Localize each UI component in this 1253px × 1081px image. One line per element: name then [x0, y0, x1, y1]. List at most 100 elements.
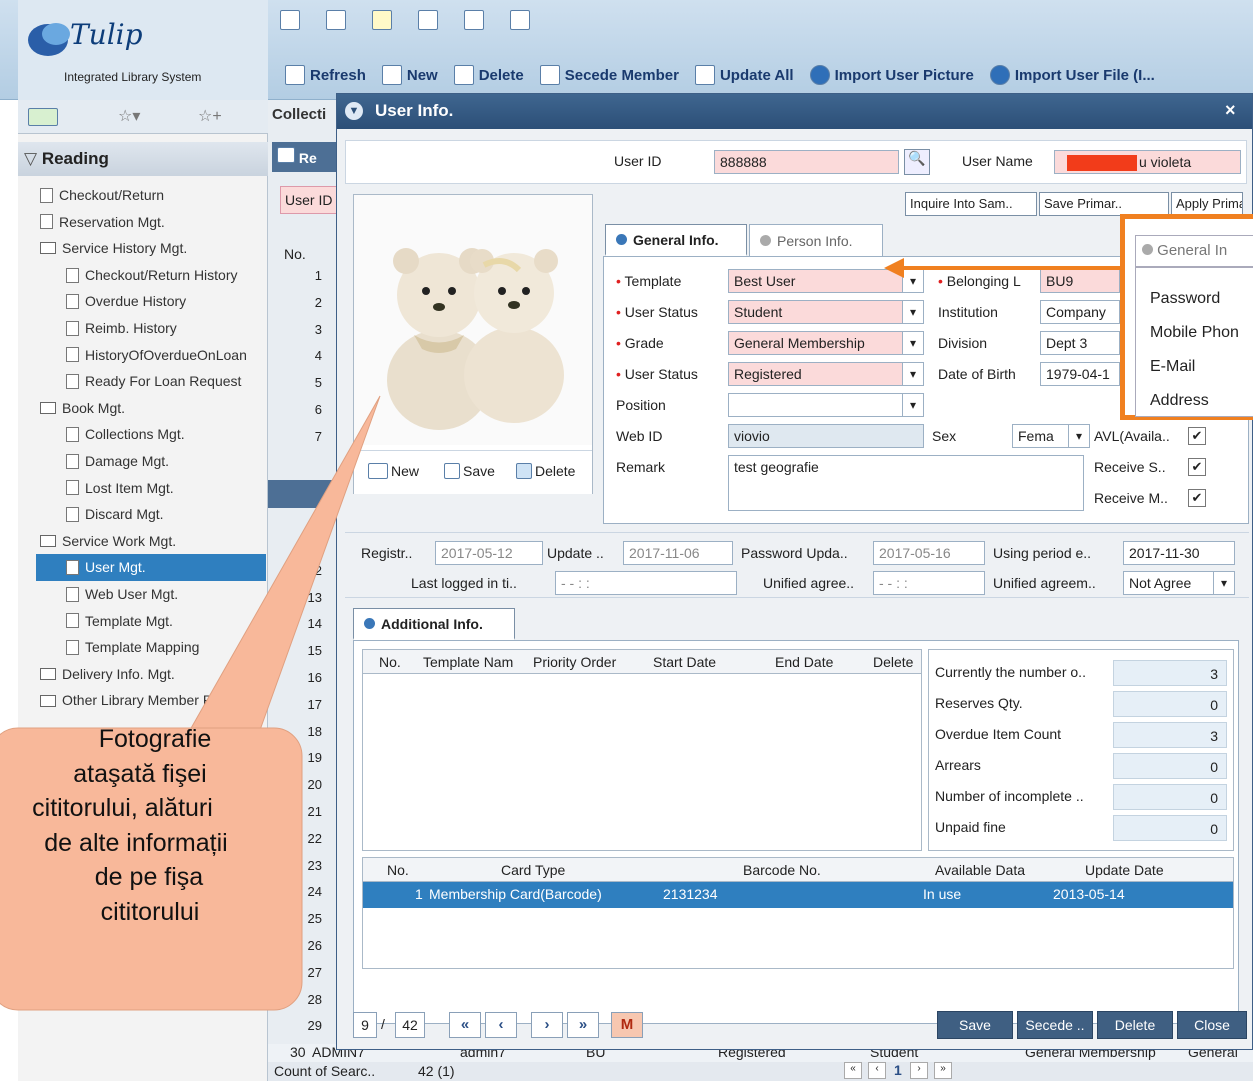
- sidebar-item[interactable]: User Mgt.: [36, 554, 266, 581]
- sidebar-item[interactable]: Other Library Member Policy: [40, 687, 266, 714]
- save-icon: [444, 463, 460, 479]
- star-tab-icon[interactable]: ☆▾: [118, 106, 140, 126]
- sex-select[interactable]: Fema: [1012, 424, 1072, 448]
- pager-current[interactable]: 9: [353, 1012, 377, 1038]
- prev-record-button[interactable]: ‹: [485, 1012, 517, 1038]
- unified-agreement-select[interactable]: Not Agree: [1123, 571, 1215, 595]
- tab-collections[interactable]: Collecti: [272, 106, 326, 123]
- tab-additional-info[interactable]: Additional Info.: [353, 608, 515, 640]
- next-page-button[interactable]: ›: [910, 1062, 928, 1079]
- institution-field[interactable]: Company: [1040, 300, 1120, 324]
- sidebar-item[interactable]: Checkout/Return: [40, 182, 266, 209]
- tab-general-info[interactable]: General Info.: [605, 224, 747, 256]
- unified-agree-date-field[interactable]: - - : :: [873, 571, 985, 595]
- folder-tab-icon[interactable]: [28, 108, 58, 126]
- prev-page-button[interactable]: ‹: [868, 1062, 886, 1079]
- photo-save-button[interactable]: Save: [444, 463, 495, 479]
- chevron-down-icon[interactable]: ▾: [902, 331, 924, 355]
- user-status-select[interactable]: Student: [728, 300, 904, 324]
- chevron-down-icon[interactable]: ▾: [902, 300, 924, 324]
- tab-re[interactable]: Re: [272, 142, 338, 172]
- sidebar-item[interactable]: Service Work Mgt.: [40, 528, 266, 555]
- tab-person-info[interactable]: Person Info.: [749, 224, 883, 256]
- receive-sms-checkbox[interactable]: ✔: [1188, 458, 1206, 476]
- web-id-field[interactable]: viovio: [728, 424, 924, 448]
- last-page-button[interactable]: »: [934, 1062, 952, 1079]
- sidebar-item[interactable]: Lost Item Mgt.: [40, 475, 266, 502]
- apply-primary-button[interactable]: Apply Primar..: [1171, 192, 1243, 216]
- delete-button[interactable]: Delete: [453, 60, 524, 90]
- user-name-field[interactable]: u violeta: [1054, 150, 1241, 174]
- sidebar-item[interactable]: Overdue History: [40, 288, 266, 315]
- star-plus-tab-icon[interactable]: ☆+: [198, 106, 222, 126]
- sidebar-item[interactable]: Reimb. History: [40, 315, 266, 342]
- first-page-button[interactable]: «: [844, 1062, 862, 1079]
- import-user-picture-button[interactable]: Import User Picture: [809, 60, 974, 90]
- sidebar-item[interactable]: Damage Mgt.: [40, 448, 266, 475]
- sidebar-item[interactable]: Template Mapping: [40, 634, 266, 661]
- sidebar-item[interactable]: Discard Mgt.: [40, 501, 266, 528]
- division-field[interactable]: Dept 3: [1040, 331, 1120, 355]
- refresh-button[interactable]: Refresh: [285, 60, 366, 90]
- belonging-library-field[interactable]: BU9: [1040, 269, 1120, 293]
- first-record-button[interactable]: «: [449, 1012, 481, 1038]
- secede-member-button[interactable]: Secede Member: [539, 60, 679, 90]
- sidebar-item[interactable]: Collections Mgt.: [40, 421, 266, 448]
- dialog-collapse-icon[interactable]: ▼: [345, 102, 363, 120]
- chevron-down-icon[interactable]: ▾: [1213, 571, 1235, 595]
- user-id-field[interactable]: 888888: [714, 150, 899, 174]
- search-icon[interactable]: 🔍: [904, 149, 930, 175]
- save-button[interactable]: Save: [937, 1011, 1013, 1039]
- report-module-icon[interactable]: [510, 10, 530, 30]
- sidebar-item[interactable]: Ready For Loan Request: [40, 368, 266, 395]
- delete-button[interactable]: Delete: [1097, 1011, 1173, 1039]
- registration-status-select[interactable]: Registered: [728, 362, 904, 386]
- chevron-down-icon[interactable]: ▾: [1068, 424, 1090, 448]
- template-select[interactable]: Best User: [728, 269, 904, 293]
- sidebar-item[interactable]: HistoryOfOverdueOnLoan: [40, 342, 266, 369]
- avl-checkbox[interactable]: ✔: [1188, 427, 1206, 445]
- receive-mail-checkbox[interactable]: ✔: [1188, 489, 1206, 507]
- date-of-birth-field[interactable]: 1979-04-1: [1040, 362, 1120, 386]
- update-all-button[interactable]: Update All: [694, 60, 794, 90]
- card-table-row[interactable]: 1 Membership Card(Barcode) 2131234 In us…: [363, 882, 1233, 908]
- chart-module-icon[interactable]: [280, 10, 300, 30]
- inquire-button[interactable]: Inquire Into Sam..: [905, 192, 1037, 216]
- chevron-down-icon[interactable]: ▾: [902, 362, 924, 386]
- sidebar-item[interactable]: Delivery Info. Mgt.: [40, 661, 266, 688]
- photo-delete-button[interactable]: Delete: [516, 463, 575, 479]
- sidebar-section-header[interactable]: ▽ Reading: [18, 142, 268, 176]
- sidebar-item[interactable]: Template Mgt.: [40, 608, 266, 635]
- sidebar-item[interactable]: Book Mgt.: [40, 395, 266, 422]
- position-select[interactable]: [728, 393, 904, 417]
- user-module-icon[interactable]: [372, 10, 392, 30]
- last-logged-field[interactable]: - - : :: [555, 571, 737, 595]
- save-primary-button[interactable]: Save Primar..: [1039, 192, 1169, 216]
- password-update-field[interactable]: 2017-05-16: [873, 541, 985, 565]
- userid-column-filter[interactable]: User ID: [280, 186, 338, 214]
- chevron-down-icon[interactable]: ▾: [902, 269, 924, 293]
- current-page[interactable]: 1: [894, 1062, 902, 1078]
- chevron-down-icon[interactable]: ▾: [902, 393, 924, 417]
- m-button[interactable]: M: [611, 1012, 643, 1038]
- close-icon[interactable]: ×: [1225, 100, 1236, 121]
- import-user-file-button[interactable]: Import User File (I...: [989, 60, 1155, 90]
- grade-select[interactable]: General Membership: [728, 331, 904, 355]
- sidebar-item[interactable]: Reservation Mgt.: [40, 209, 266, 236]
- remark-textarea[interactable]: test geografie: [728, 455, 1084, 511]
- document-module-icon[interactable]: [326, 10, 346, 30]
- close-button[interactable]: Close: [1177, 1011, 1247, 1039]
- network-module-icon[interactable]: [418, 10, 438, 30]
- last-record-button[interactable]: »: [567, 1012, 599, 1038]
- next-record-button[interactable]: ›: [531, 1012, 563, 1038]
- photo-new-button[interactable]: New: [368, 463, 419, 479]
- update-date-field[interactable]: 2017-11-06: [623, 541, 733, 565]
- registration-date-field[interactable]: 2017-05-12: [435, 541, 543, 565]
- sidebar-item[interactable]: Service History Mgt.: [40, 235, 266, 262]
- using-period-field[interactable]: 2017-11-30: [1123, 541, 1235, 565]
- secede-button[interactable]: Secede ..: [1017, 1011, 1093, 1039]
- stats-module-icon[interactable]: [464, 10, 484, 30]
- new-button[interactable]: New: [381, 60, 438, 90]
- sidebar-item[interactable]: Web User Mgt.: [40, 581, 266, 608]
- sidebar-item[interactable]: Checkout/Return History: [40, 262, 266, 289]
